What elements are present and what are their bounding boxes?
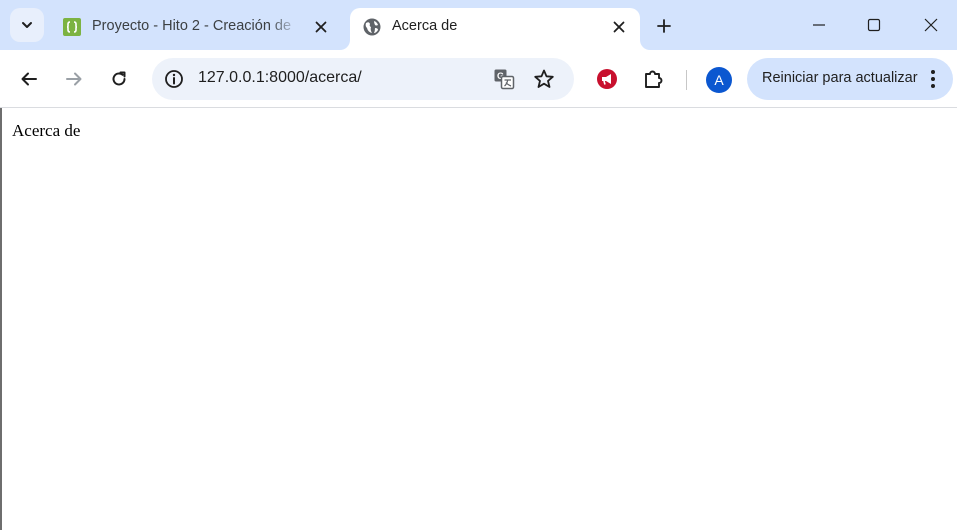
relaunch-update-button[interactable]: Reiniciar para actualizar <box>747 58 953 100</box>
code-braces-icon <box>63 18 81 36</box>
close-icon <box>315 21 327 33</box>
update-button-label: Reiniciar para actualizar <box>762 70 918 86</box>
address-bar[interactable]: 127.0.0.1:8000/acerca/ G <box>152 58 574 100</box>
tab-title: Acerca de <box>392 18 458 34</box>
back-button[interactable] <box>12 62 46 96</box>
chevron-down-icon <box>22 22 32 28</box>
minimize-button[interactable] <box>799 8 839 42</box>
url-text[interactable]: 127.0.0.1:8000/acerca/ <box>198 69 362 87</box>
info-icon <box>165 70 183 88</box>
close-window-button[interactable] <box>911 8 951 42</box>
puzzle-piece-icon <box>645 70 663 88</box>
tab-strip: Proyecto - Hito 2 - Creación de Acerca d… <box>0 0 957 50</box>
forward-button[interactable] <box>57 62 91 96</box>
tab-close-button[interactable] <box>608 16 630 38</box>
star-icon <box>534 69 554 88</box>
tab-acerca-de[interactable]: Acerca de <box>350 8 640 50</box>
arrow-right-icon <box>66 72 82 86</box>
minimize-icon <box>813 24 825 26</box>
toolbar-divider <box>686 70 687 90</box>
reload-button[interactable] <box>102 62 136 96</box>
page-content: Acerca de <box>2 109 957 530</box>
close-icon <box>924 18 938 32</box>
megaphone-extension-icon <box>597 69 617 89</box>
translate-icon: G <box>494 69 515 90</box>
globe-icon <box>363 18 381 36</box>
tab-proyecto[interactable]: Proyecto - Hito 2 - Creación de <box>50 8 344 50</box>
arrow-left-icon <box>21 72 37 86</box>
extensions-menu-button[interactable] <box>636 62 670 96</box>
new-tab-button[interactable] <box>650 12 678 40</box>
maximize-icon <box>867 18 881 32</box>
plus-icon <box>657 19 671 33</box>
bookmark-button[interactable] <box>528 63 560 95</box>
more-vertical-icon <box>931 70 935 88</box>
tab-close-button[interactable] <box>310 16 332 38</box>
maximize-button[interactable] <box>854 8 894 42</box>
browser-toolbar: 127.0.0.1:8000/acerca/ G A Reiniciar par… <box>0 50 957 108</box>
reload-icon <box>112 71 126 86</box>
site-info-button[interactable] <box>158 63 190 95</box>
close-icon <box>613 21 625 33</box>
browser-menu-button[interactable] <box>921 67 945 91</box>
profile-avatar[interactable]: A <box>706 67 732 93</box>
translate-button[interactable]: G <box>488 63 520 95</box>
tab-search-button[interactable] <box>10 8 44 42</box>
page-heading: Acerca de <box>12 121 81 140</box>
extension-button[interactable] <box>590 62 624 96</box>
tab-title: Proyecto - Hito 2 - Creación de <box>92 18 292 34</box>
